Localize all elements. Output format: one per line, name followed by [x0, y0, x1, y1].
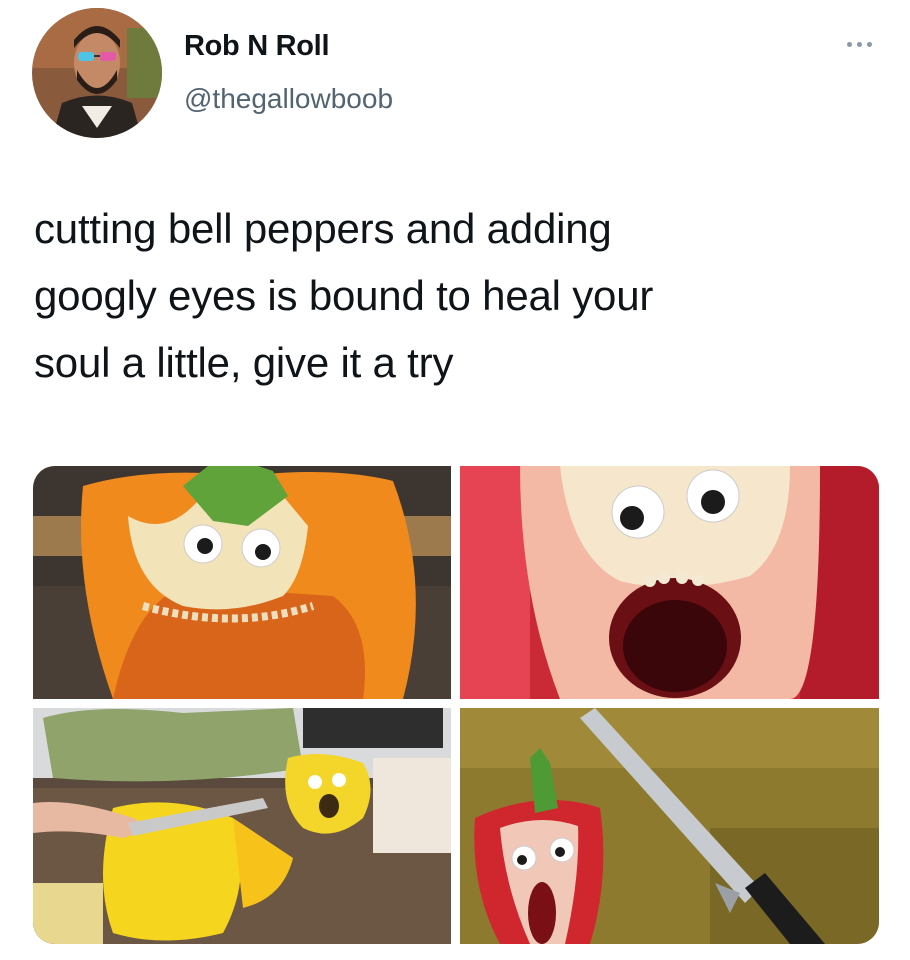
- user-handle[interactable]: @thegallowboob: [184, 83, 393, 115]
- more-horizontal-icon: [866, 41, 872, 47]
- media-photo-yellow-pepper-cutting[interactable]: [33, 708, 451, 944]
- more-options-button[interactable]: [838, 34, 880, 54]
- user-display-name[interactable]: Rob N Roll: [184, 30, 330, 63]
- more-horizontal-icon: [856, 41, 862, 47]
- avatar[interactable]: [32, 8, 162, 138]
- avatar-image: [32, 8, 162, 138]
- media-photo-red-pepper-knife[interactable]: [460, 708, 879, 944]
- tweet-text-line: googly eyes is bound to heal your: [34, 272, 654, 319]
- media-photo-red-pepper-closeup[interactable]: [460, 466, 879, 699]
- tweet-text: cutting bell peppers and adding googly e…: [34, 195, 874, 396]
- tweet-text-line: soul a little, give it a try: [34, 339, 454, 386]
- more-horizontal-icon: [846, 41, 852, 47]
- media-grid: [33, 466, 879, 944]
- tweet-text-line: cutting bell peppers and adding: [34, 205, 612, 252]
- media-photo-orange-pepper[interactable]: [33, 466, 451, 699]
- tweet: Rob N Roll @thegallowboob cutting bell p…: [0, 0, 910, 960]
